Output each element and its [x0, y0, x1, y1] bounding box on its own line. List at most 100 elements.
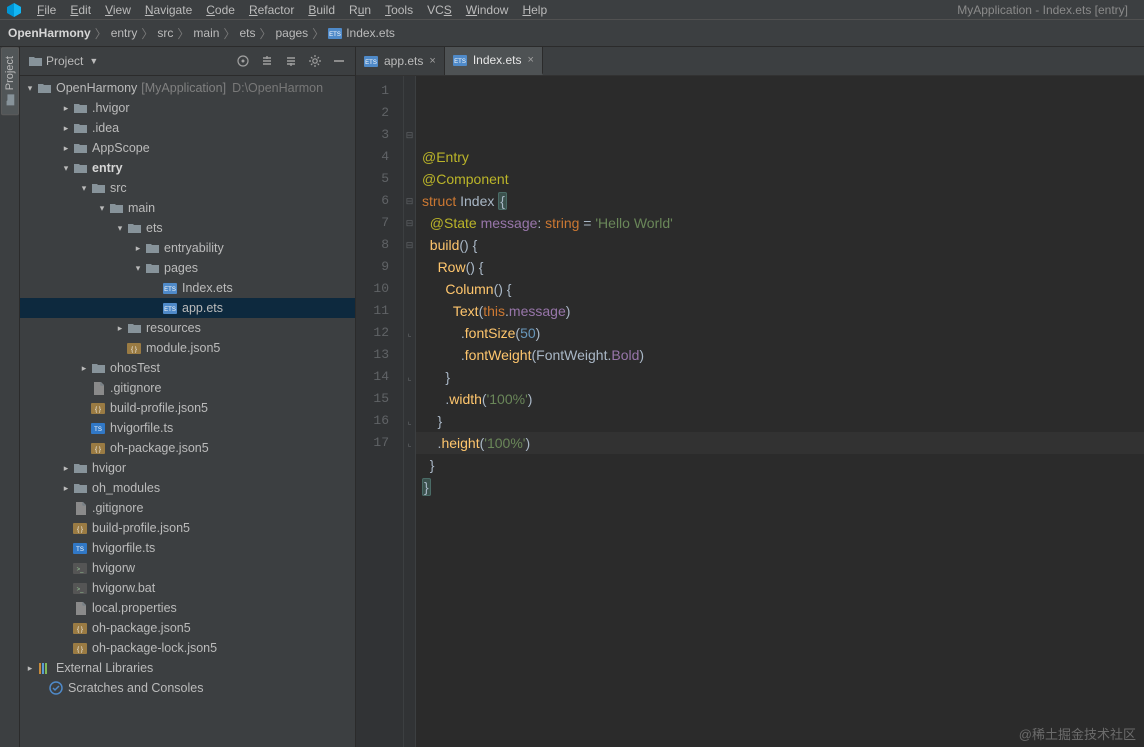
line-number[interactable]: 2: [356, 102, 403, 124]
line-number[interactable]: 13: [356, 344, 403, 366]
code-line[interactable]: Column() {: [420, 278, 1144, 300]
line-number[interactable]: 5: [356, 168, 403, 190]
code-line[interactable]: }: [420, 410, 1144, 432]
expand-arrow-icon[interactable]: ▸: [78, 363, 90, 374]
expand-arrow-icon[interactable]: ▸: [60, 103, 72, 114]
code-line[interactable]: @State message: string = 'Hello World': [420, 212, 1144, 234]
menu-file[interactable]: File: [30, 3, 63, 17]
breadcrumb-item[interactable]: pages: [275, 26, 308, 40]
expand-arrow-icon[interactable]: ▸: [60, 483, 72, 494]
close-tab-icon[interactable]: ×: [429, 55, 435, 67]
code-line[interactable]: Row() {: [420, 256, 1144, 278]
code-line[interactable]: .height('100%'): [420, 432, 1144, 454]
close-tab-icon[interactable]: ×: [528, 54, 534, 66]
menu-tools[interactable]: Tools: [378, 3, 420, 17]
project-tool-tab[interactable]: Project: [1, 47, 19, 115]
editor-tab[interactable]: app.ets×: [356, 47, 445, 75]
expand-arrow-icon[interactable]: ▾: [114, 223, 126, 234]
tree-node[interactable]: local.properties: [20, 598, 355, 618]
tree-node[interactable]: ▸entryability: [20, 238, 355, 258]
tree-node[interactable]: ▸.idea: [20, 118, 355, 138]
gear-icon[interactable]: [307, 53, 323, 69]
fold-marker[interactable]: ⊟: [404, 212, 415, 234]
expand-all-icon[interactable]: [259, 53, 275, 69]
breadcrumb-item[interactable]: ets: [239, 26, 255, 40]
menu-code[interactable]: Code: [199, 3, 242, 17]
code-line[interactable]: }: [420, 476, 1144, 498]
code-line[interactable]: }: [420, 366, 1144, 388]
expand-arrow-icon[interactable]: ▸: [60, 123, 72, 134]
menu-edit[interactable]: Edit: [63, 3, 98, 17]
expand-arrow-icon[interactable]: ▾: [132, 263, 144, 274]
fold-marker[interactable]: ⊟: [404, 234, 415, 256]
tree-node[interactable]: ▸resources: [20, 318, 355, 338]
tree-node[interactable]: ▾main: [20, 198, 355, 218]
tree-node[interactable]: ▸ohosTest: [20, 358, 355, 378]
fold-marker[interactable]: ⌞: [404, 410, 415, 432]
line-number[interactable]: 14: [356, 366, 403, 388]
code-line[interactable]: @Component: [420, 168, 1144, 190]
line-number-gutter[interactable]: 1234567891011121314151617: [356, 76, 404, 747]
tree-node[interactable]: module.json5: [20, 338, 355, 358]
line-number[interactable]: 16: [356, 410, 403, 432]
collapse-all-icon[interactable]: [283, 53, 299, 69]
tree-node[interactable]: oh-package.json5: [20, 618, 355, 638]
breadcrumb-item[interactable]: entry: [111, 26, 138, 40]
line-number[interactable]: 12: [356, 322, 403, 344]
tree-node[interactable]: Index.ets: [20, 278, 355, 298]
expand-arrow-icon[interactable]: ▸: [114, 323, 126, 334]
breadcrumb-file[interactable]: Index.ets: [346, 26, 395, 40]
menu-run[interactable]: Run: [342, 3, 378, 17]
tree-node[interactable]: ▾ets: [20, 218, 355, 238]
code-line[interactable]: .fontWeight(FontWeight.Bold): [420, 344, 1144, 366]
tree-scratches[interactable]: Scratches and Consoles: [20, 678, 355, 698]
tree-node[interactable]: ▾pages: [20, 258, 355, 278]
fold-marker[interactable]: ⌞: [404, 366, 415, 388]
tree-node[interactable]: build-profile.json5: [20, 518, 355, 538]
tree-node[interactable]: ▸.hvigor: [20, 98, 355, 118]
menu-window[interactable]: Window: [459, 3, 516, 17]
expand-arrow-icon[interactable]: ▸: [132, 243, 144, 254]
line-number[interactable]: 3: [356, 124, 403, 146]
expand-arrow-icon[interactable]: ▾: [96, 203, 108, 214]
tree-node[interactable]: ▸AppScope: [20, 138, 355, 158]
tree-node[interactable]: ▾entry: [20, 158, 355, 178]
line-number[interactable]: 6: [356, 190, 403, 212]
line-number[interactable]: 15: [356, 388, 403, 410]
code-line[interactable]: build() {: [420, 234, 1144, 256]
project-view-dropdown[interactable]: Project ▼: [28, 54, 98, 68]
line-number[interactable]: 7: [356, 212, 403, 234]
line-number[interactable]: 11: [356, 300, 403, 322]
menu-refactor[interactable]: Refactor: [242, 3, 301, 17]
tree-node[interactable]: .gitignore: [20, 498, 355, 518]
hide-icon[interactable]: [331, 53, 347, 69]
tree-node[interactable]: app.ets: [20, 298, 355, 318]
fold-gutter[interactable]: ⊟⊟⊟⊟⌞⌞⌞⌞: [404, 76, 416, 747]
menu-vcs[interactable]: VCS: [420, 3, 459, 17]
menu-help[interactable]: Help: [515, 3, 554, 17]
expand-arrow-icon[interactable]: ▾: [60, 163, 72, 174]
tree-node[interactable]: ▾src: [20, 178, 355, 198]
menu-view[interactable]: View: [98, 3, 138, 17]
editor-tab[interactable]: Index.ets×: [445, 47, 543, 75]
line-number[interactable]: 17: [356, 432, 403, 454]
fold-marker[interactable]: ⌞: [404, 432, 415, 454]
code-line[interactable]: .fontSize(50): [420, 322, 1144, 344]
menu-build[interactable]: Build: [301, 3, 342, 17]
fold-marker[interactable]: ⊟: [404, 190, 415, 212]
line-number[interactable]: 10: [356, 278, 403, 300]
expand-arrow-icon[interactable]: ▾: [78, 183, 90, 194]
tree-node[interactable]: hvigorw.bat: [20, 578, 355, 598]
fold-marker[interactable]: ⌞: [404, 322, 415, 344]
tree-node[interactable]: ▸oh_modules: [20, 478, 355, 498]
code-editor[interactable]: @Entry@Componentstruct Index { @State me…: [416, 76, 1144, 747]
breadcrumb-item[interactable]: src: [157, 26, 173, 40]
line-number[interactable]: 9: [356, 256, 403, 278]
tree-node[interactable]: build-profile.json5: [20, 398, 355, 418]
fold-marker[interactable]: ⊟: [404, 124, 415, 146]
breadcrumb-root[interactable]: OpenHarmony: [8, 26, 91, 40]
line-number[interactable]: 4: [356, 146, 403, 168]
breadcrumb-item[interactable]: main: [193, 26, 219, 40]
tree-node[interactable]: hvigorfile.ts: [20, 418, 355, 438]
tree-node[interactable]: .gitignore: [20, 378, 355, 398]
